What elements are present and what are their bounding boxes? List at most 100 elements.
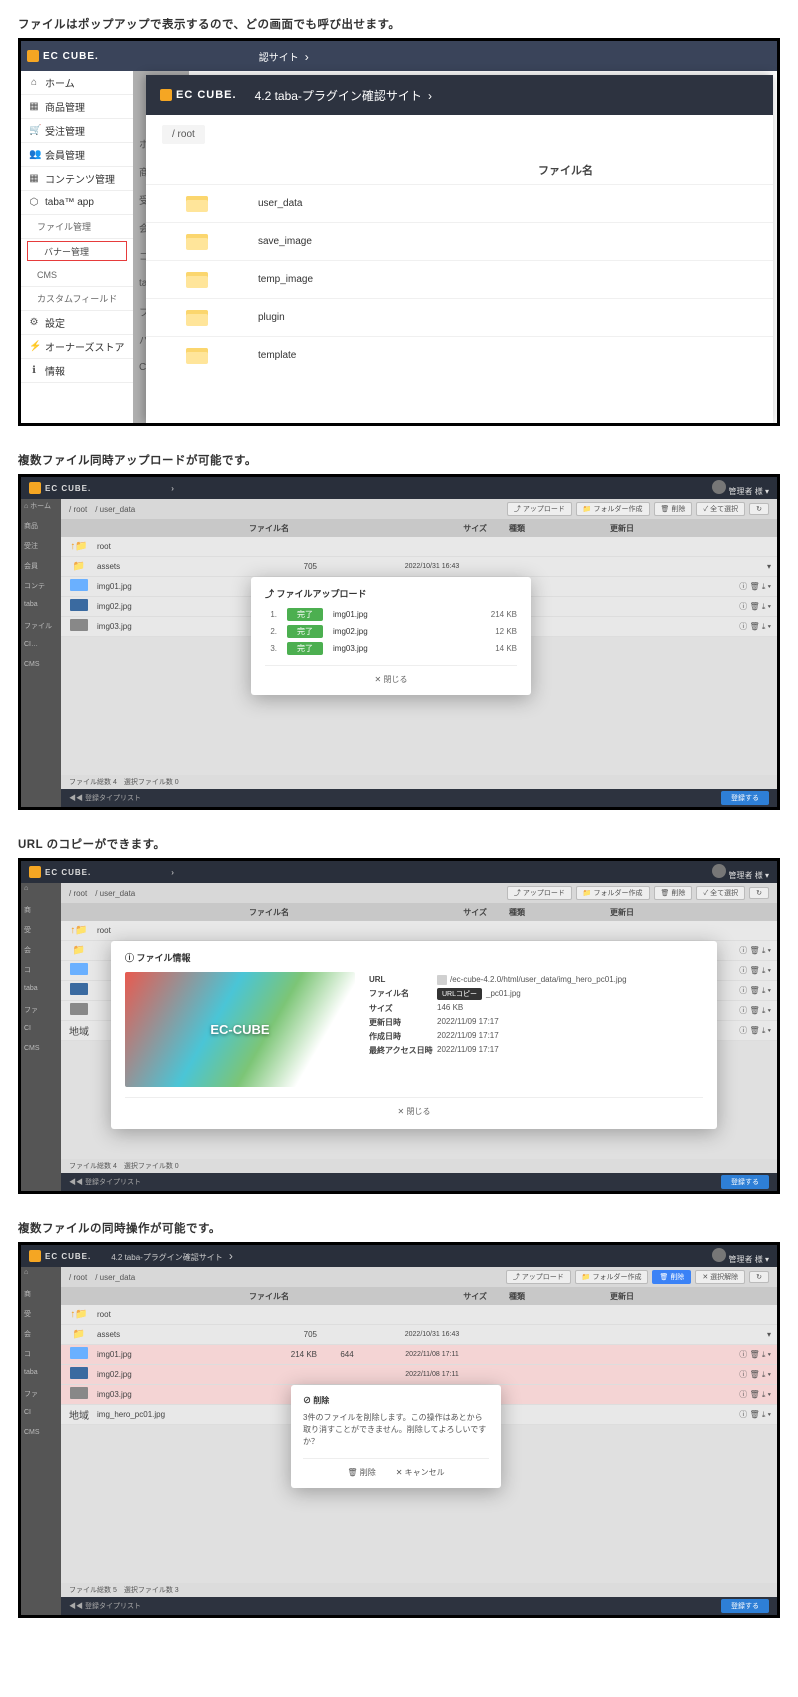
user-menu[interactable]: 管理者 様 ▾ [706, 480, 769, 497]
url-copy-button[interactable]: URLコピー [437, 988, 482, 1000]
nav-info[interactable]: ℹ情報 [21, 359, 133, 383]
breadcrumb-bar: / root / user_data ⤴ アップロード 📁 フォルダー作成 🗑 … [61, 883, 777, 903]
upload-button[interactable]: ⤴ アップロード [507, 502, 572, 516]
nav-content[interactable]: ▦コンテンツ管理 [21, 167, 133, 191]
list-button[interactable]: ◀◀ 登録タイプリスト [69, 1601, 141, 1611]
file-row[interactable]: img01.jpg214 KB6442022/11/08 17:11ⓘ 🗑 ⤓ … [61, 1345, 777, 1365]
mkdir-button[interactable]: 📁 フォルダー作成 [576, 502, 650, 516]
breadcrumb-bar: / root / user_data ⤴ アップロード 📁 フォルダー作成 🗑 … [61, 499, 777, 519]
status-badge: 完了 [287, 642, 323, 655]
file-row[interactable]: 📁assets7052022/10/31 16:43▾ [61, 557, 777, 577]
close-button[interactable]: ✕ 閉じる [265, 665, 517, 687]
folder-icon: 📁 [61, 1329, 97, 1340]
cube-icon [29, 482, 41, 494]
topbar-title[interactable]: 認サイト [259, 49, 309, 64]
product-icon: ▦ [29, 101, 39, 112]
folder-row[interactable]: temp_image [146, 260, 773, 298]
sub-custom[interactable]: カスタムフィールド [21, 287, 133, 311]
file-row[interactable]: ↑📁root [61, 921, 777, 941]
status-bar: ファイル総数 4 選択ファイル数 0 [61, 1159, 777, 1173]
save-button[interactable]: 登録する [721, 1175, 769, 1189]
thumb-icon [61, 619, 97, 634]
avatar-icon [712, 864, 726, 878]
delete-button[interactable]: 🗑 削除 [652, 1270, 691, 1284]
status-badge: 完了 [287, 625, 323, 638]
mkdir-button[interactable]: 📁 フォルダー作成 [575, 1270, 649, 1284]
app-header: EC CUBE. › 管理者 様 ▾ [21, 861, 777, 883]
nav-members[interactable]: 👥会員管理 [21, 143, 133, 167]
avatar-icon [712, 1248, 726, 1262]
confirm-delete-button[interactable]: 🗑 削除 [347, 1467, 375, 1478]
nav-products[interactable]: ▦商品管理 [21, 95, 133, 119]
thumb-icon [61, 1003, 97, 1018]
folder-row[interactable]: plugin [146, 298, 773, 336]
nav-orders[interactable]: 🛒受注管理 [21, 119, 133, 143]
bottom-toolbar: ◀◀ 登録タイプリスト 登録する [61, 1173, 777, 1191]
refresh-button[interactable]: ↻ [749, 503, 769, 515]
list-button[interactable]: ◀◀ 登録タイプリスト [69, 1177, 141, 1187]
folder-icon [186, 272, 208, 288]
caption-3: URL のコピーができます。 [18, 836, 780, 852]
folder-icon [186, 234, 208, 250]
refresh-button[interactable]: ↻ [749, 887, 769, 899]
folder-row[interactable]: user_data [146, 184, 773, 222]
sub-file[interactable]: ファイル管理 [21, 215, 133, 239]
thumb-icon [61, 983, 97, 998]
folder-row[interactable]: save_image [146, 222, 773, 260]
file-row[interactable]: img02.jpg2022/11/08 17:11ⓘ 🗑 ⤓ ▾ [61, 1365, 777, 1385]
user-menu[interactable]: 管理者 様 ▾ [706, 1248, 769, 1265]
nav-settings[interactable]: ⚙設定 [21, 311, 133, 335]
upload-row: 1.完了img01.jpg214 KB [265, 608, 517, 621]
region-label: 地域 [61, 1407, 97, 1422]
upload-button[interactable]: ⤴ アップロード [507, 886, 572, 900]
cube-icon [160, 89, 172, 101]
thumb-icon [61, 579, 97, 594]
nav-taba[interactable]: ⬡taba™ app [21, 191, 133, 215]
brand-logo: EC CUBE. [29, 866, 91, 878]
popup-title[interactable]: 4.2 taba-プラグイン確認サイト [255, 87, 432, 104]
mkdir-button[interactable]: 📁 フォルダー作成 [576, 886, 650, 900]
folder-row[interactable]: template [146, 336, 773, 374]
brand-logo: EC CUBE. [29, 1250, 91, 1262]
nav-home[interactable]: ⌂ホーム [21, 71, 133, 95]
breadcrumb[interactable]: / root / user_data [69, 504, 135, 515]
site-title[interactable]: 4.2 taba-プラグイン確認サイト [111, 1249, 233, 1263]
selectall-button[interactable]: ✓ 全て選択 [696, 886, 745, 900]
topbar: EC CUBE. 認サイト [21, 41, 777, 71]
confirm-delete-modal: ⊘ 削除 3件のファイルを削除します。この操作はあとから取り消すことができません… [291, 1385, 501, 1488]
brand-logo: EC CUBE. [160, 89, 237, 101]
rail: ⌂商受会コtabaファCICMS [21, 883, 61, 1191]
thumb-icon [61, 1367, 97, 1382]
fileinfo-modal: ⓘ ファイル情報 EC-CUBE URL/ec-cube-4.2.0/html/… [111, 941, 717, 1129]
selectall-button[interactable]: ✓ 全て選択 [696, 502, 745, 516]
info-icon: ℹ [29, 365, 39, 376]
save-button[interactable]: 登録する [721, 1599, 769, 1613]
refresh-button[interactable]: ↻ [749, 1271, 769, 1283]
delete-button[interactable]: 🗑 削除 [654, 886, 693, 900]
bolt-icon: ⚡ [29, 341, 39, 352]
upload-row: 2.完了img02.jpg12 KB [265, 625, 517, 638]
col-filename: ファイル名 [146, 144, 773, 184]
deselect-button[interactable]: ✕ 選択解除 [695, 1270, 745, 1284]
brand-logo: EC CUBE. [27, 50, 99, 62]
gear-icon: ⚙ [29, 317, 39, 328]
file-row[interactable]: ↑📁root [61, 537, 777, 557]
column-header: ファイル名サイズ種類更新日 [61, 1287, 777, 1305]
status-bar: ファイル総数 4 選択ファイル数 0 [61, 775, 777, 789]
breadcrumb[interactable]: / root / user_data [69, 888, 135, 899]
breadcrumb[interactable]: / root / user_data [69, 1272, 135, 1283]
sub-cms[interactable]: CMS [21, 263, 133, 287]
save-button[interactable]: 登録する [721, 791, 769, 805]
list-button[interactable]: ◀◀ 登録タイプリスト [69, 793, 141, 803]
close-button[interactable]: ✕ 閉じる [125, 1097, 703, 1119]
file-row[interactable]: 📁assets7052022/10/31 16:43▾ [61, 1325, 777, 1345]
delete-button[interactable]: 🗑 削除 [654, 502, 693, 516]
cancel-button[interactable]: ✕ キャンセル [396, 1467, 445, 1478]
breadcrumb[interactable]: / root [162, 125, 205, 144]
sub-banner[interactable]: バナー管理 [27, 241, 127, 261]
meta-table: URL/ec-cube-4.2.0/html/user_data/img_her… [369, 972, 703, 1087]
upload-button[interactable]: ⤴ アップロード [506, 1270, 571, 1284]
nav-store[interactable]: ⚡オーナーズストア [21, 335, 133, 359]
user-menu[interactable]: 管理者 様 ▾ [706, 864, 769, 881]
file-row[interactable]: ↑📁root [61, 1305, 777, 1325]
